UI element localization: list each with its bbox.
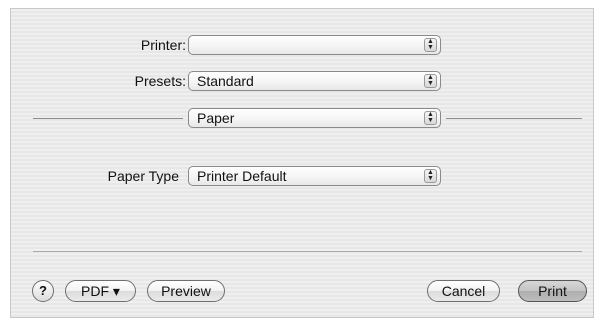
up-down-arrows-icon: ▲ ▼ xyxy=(424,74,437,88)
print-button[interactable]: Print xyxy=(518,280,587,302)
paper-type-popup-value: Printer Default xyxy=(197,168,287,184)
help-button[interactable]: ? xyxy=(32,280,54,302)
separator-right xyxy=(446,118,582,119)
separator-left xyxy=(33,118,183,119)
question-icon: ? xyxy=(39,283,47,298)
presets-popup[interactable]: Standard ▲ ▼ xyxy=(188,71,441,91)
panel-popup-value: Paper xyxy=(197,110,235,126)
cancel-button-label: Cancel xyxy=(441,283,486,299)
print-dialog: Printer: ▲ ▼ Presets: Standard ▲ ▼ Paper ▲… xyxy=(10,8,594,318)
presets-popup-value: Standard xyxy=(197,73,254,89)
preview-button[interactable]: Preview xyxy=(147,280,225,302)
pdf-button[interactable]: PDF ▾ xyxy=(65,280,136,302)
presets-label: Presets: xyxy=(134,73,186,89)
up-down-arrows-icon: ▲ ▼ xyxy=(424,38,437,52)
panel-popup[interactable]: Paper ▲ ▼ xyxy=(188,108,441,128)
paper-type-label: Paper Type xyxy=(107,168,179,184)
cancel-button[interactable]: Cancel xyxy=(427,280,500,302)
preview-button-label: Preview xyxy=(161,283,211,299)
paper-type-popup[interactable]: Printer Default ▲ ▼ xyxy=(188,166,441,186)
up-down-arrows-icon: ▲ ▼ xyxy=(424,169,437,183)
printer-popup[interactable]: ▲ ▼ xyxy=(188,35,441,55)
pdf-button-label: PDF ▾ xyxy=(81,283,120,299)
bottom-separator xyxy=(33,251,582,252)
up-down-arrows-icon: ▲ ▼ xyxy=(424,111,437,125)
print-button-label: Print xyxy=(538,283,567,299)
printer-label: Printer: xyxy=(140,37,186,53)
